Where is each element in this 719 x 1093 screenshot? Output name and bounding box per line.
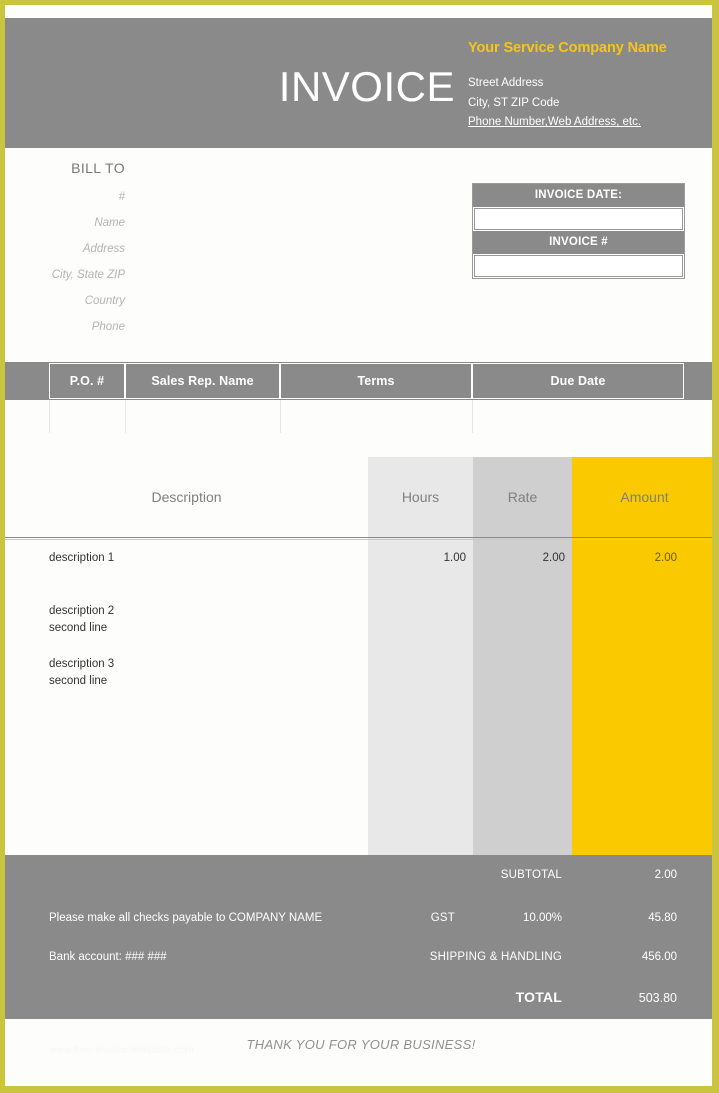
shipping-value[interactable]: 456.00	[572, 951, 677, 963]
terms-header: Terms	[280, 363, 472, 399]
bill-to-name-field[interactable]: Name	[5, 210, 125, 236]
bill-to-phone-field[interactable]: Phone	[5, 314, 125, 340]
due-date-input-divider[interactable]	[472, 400, 473, 433]
sales-rep-input-divider[interactable]	[125, 400, 126, 433]
item-description[interactable]: description 2 second line	[49, 603, 359, 637]
tax-label: GST	[430, 912, 455, 924]
sales-rep-header: Sales Rep. Name	[125, 363, 280, 399]
bill-to-block: BILL TO # Name Address City, State ZIP C…	[5, 160, 125, 340]
po-row-right-spacer	[684, 362, 712, 400]
invoice-sheet: INVOICE Your Service Company Name Street…	[5, 5, 712, 1086]
total-value: 503.80	[638, 991, 677, 1005]
bill-to-title: BILL TO	[71, 160, 125, 176]
totals-section: SUBTOTAL 2.00 Please make all checks pay…	[5, 855, 712, 1019]
invoice-page-frame: INVOICE Your Service Company Name Street…	[0, 0, 719, 1093]
po-row-left-spacer	[5, 362, 49, 400]
company-block: Your Service Company Name Street Address…	[468, 40, 708, 133]
checks-payable-note: Please make all checks payable to COMPAN…	[49, 912, 323, 924]
amount-column-header: Amount	[620, 489, 669, 505]
items-table-body: description 1 1.00 2.00 2.00 description…	[5, 542, 712, 855]
item-amount[interactable]: 2.00	[572, 552, 677, 564]
terms-input-divider[interactable]	[280, 400, 281, 433]
item-description[interactable]: description 3 second line	[49, 656, 359, 690]
bill-to-address-field[interactable]: Address	[5, 236, 125, 262]
invoice-masthead: INVOICE Your Service Company Name Street…	[5, 18, 712, 148]
footer-section: www.free-invoice-template.com THANK YOU …	[5, 1019, 712, 1083]
due-date-header: Due Date	[472, 363, 684, 399]
thank-you-message: THANK YOU FOR YOUR BUSINESS!	[246, 1037, 476, 1052]
invoice-meta-box: INVOICE DATE: INVOICE #	[472, 183, 685, 279]
tax-value: 45.80	[648, 912, 677, 924]
po-number-input-divider[interactable]	[49, 400, 50, 433]
company-contact-link[interactable]: Phone Number,Web Address, etc.	[468, 113, 641, 133]
items-table-header: Description Hours Rate Amount	[5, 457, 712, 535]
table-row[interactable]: description 3 second line	[5, 648, 712, 701]
po-number-header: P.O. #	[49, 363, 125, 399]
bill-to-number-field[interactable]: #	[5, 184, 125, 210]
table-row[interactable]	[5, 701, 712, 754]
items-header-rule	[5, 537, 712, 540]
company-city-state-zip: City, ST ZIP Code	[468, 96, 560, 109]
item-hours[interactable]: 1.00	[368, 552, 466, 564]
table-row[interactable]: description 2 second line	[5, 595, 712, 648]
invoice-number-input[interactable]	[474, 255, 683, 277]
bill-to-city-field[interactable]: City, State ZIP	[5, 262, 125, 288]
company-street: Street Address	[468, 77, 544, 89]
invoice-number-label: INVOICE #	[473, 231, 684, 254]
table-row[interactable]: description 1 1.00 2.00 2.00	[5, 542, 712, 595]
rate-column-header: Rate	[507, 489, 538, 505]
company-name: Your Service Company Name	[468, 40, 667, 56]
company-address: Street Address City, ST ZIP Code Phone N…	[468, 74, 708, 133]
total-label: TOTAL	[515, 989, 562, 1005]
po-header-row: P.O. # Sales Rep. Name Terms Due Date	[5, 362, 712, 400]
tax-rate-input[interactable]: 10.00%	[483, 912, 562, 924]
bank-account-note: Bank account: ### ###	[49, 951, 167, 963]
invoice-date-input[interactable]	[474, 208, 683, 230]
item-rate[interactable]: 2.00	[473, 552, 565, 564]
subtotal-value: 2.00	[654, 869, 677, 881]
hours-column-header: Hours	[401, 489, 440, 505]
shipping-label: SHIPPING & HANDLING	[429, 951, 562, 963]
table-row[interactable]	[5, 807, 712, 860]
invoice-date-label: INVOICE DATE:	[473, 184, 684, 207]
bill-to-country-field[interactable]: Country	[5, 288, 125, 314]
page-title: INVOICE	[278, 63, 455, 110]
subtotal-label: SUBTOTAL	[500, 869, 562, 881]
item-description[interactable]: description 1	[49, 550, 359, 567]
table-row[interactable]	[5, 754, 712, 807]
description-column-header: Description	[151, 489, 222, 505]
